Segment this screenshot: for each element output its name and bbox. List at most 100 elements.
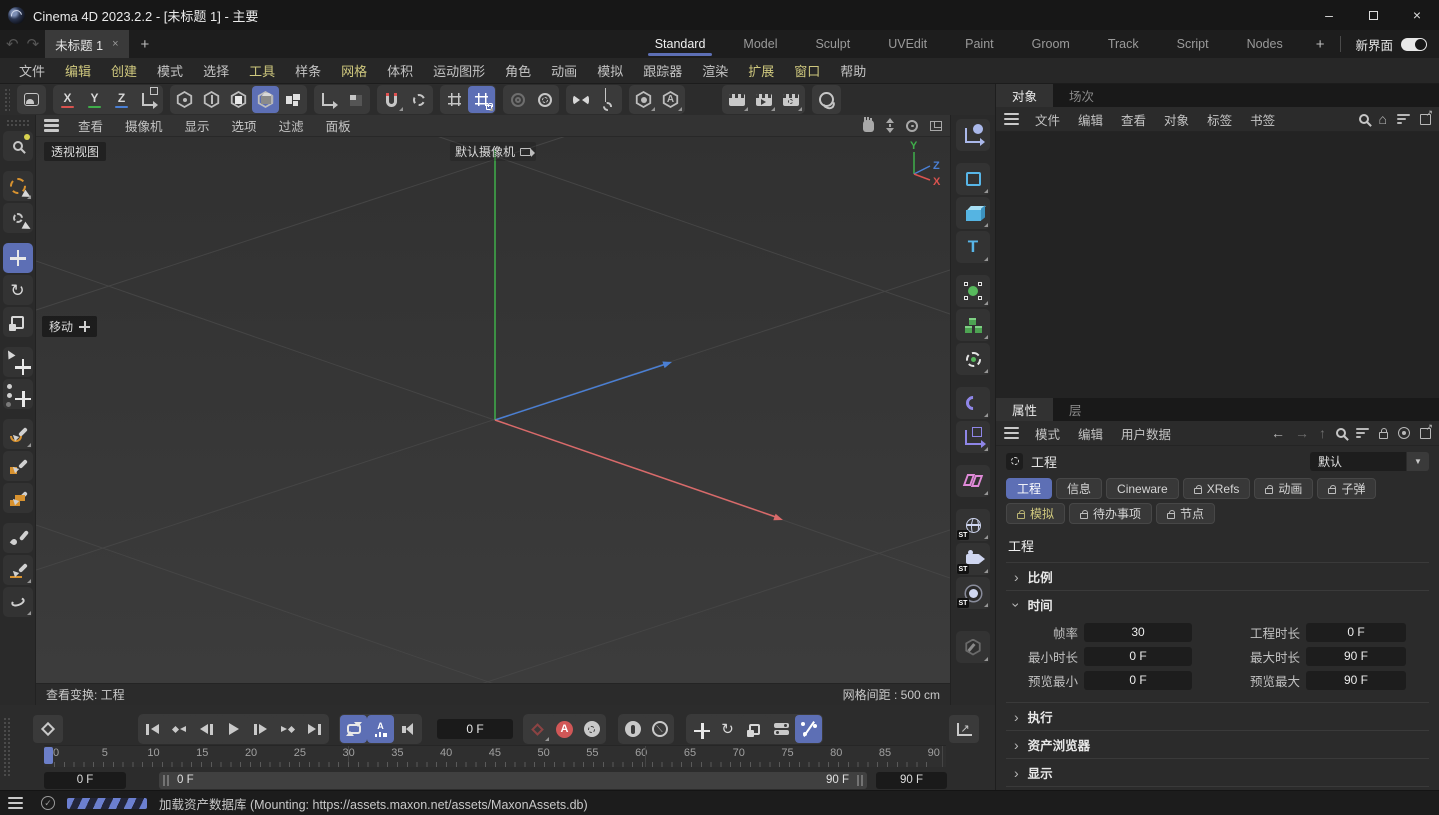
point-edit-move-button[interactable] (3, 379, 33, 409)
toggle-view-icon[interactable] (930, 121, 942, 131)
spline-pen-button[interactable] (3, 419, 33, 449)
attr-tab-xrefs[interactable]: XRefs (1183, 478, 1251, 499)
range-end-field[interactable]: 90 F (876, 772, 947, 789)
render-picture-viewer-button[interactable] (750, 86, 777, 113)
workplane-lock-button[interactable] (342, 86, 369, 113)
target-icon[interactable] (1398, 427, 1410, 439)
snap-button[interactable] (378, 86, 405, 113)
attr-tab-nodes[interactable]: 节点 (1156, 503, 1215, 524)
null-object-button[interactable] (956, 119, 990, 151)
menu-window[interactable]: 窗口 (785, 58, 829, 83)
bend-deformer-button[interactable] (956, 387, 990, 419)
spline-rectangle-button[interactable] (956, 163, 990, 195)
play-button[interactable] (220, 715, 247, 743)
viewport-menu-panel[interactable]: 面板 (317, 114, 360, 137)
menu-volume[interactable]: 体积 (378, 58, 422, 83)
menu-simulate[interactable]: 模拟 (588, 58, 632, 83)
brush-tool-button[interactable] (3, 523, 33, 553)
polygons-mode-button[interactable] (225, 86, 252, 113)
workplane-button[interactable] (315, 86, 342, 113)
modeling-settings-button[interactable] (405, 86, 432, 113)
axis-x-button[interactable]: X (54, 86, 81, 113)
menu-animate[interactable]: 动画 (542, 58, 586, 83)
timeline-ruler[interactable]: 051015202530354045505560657075808590 (44, 745, 946, 767)
menu-help[interactable]: 帮助 (831, 58, 875, 83)
fcurve-window-button[interactable]: ↗ (949, 715, 979, 743)
viewport-menu-view[interactable]: 查看 (69, 114, 112, 137)
view-label[interactable]: 透视视图 (44, 142, 106, 161)
layout-tab-paint[interactable]: Paint (946, 30, 1013, 58)
live-selection-button[interactable] (3, 171, 33, 201)
null-axis-button[interactable] (956, 421, 990, 453)
record-position-button[interactable] (687, 715, 714, 743)
om-menu-edit[interactable]: 编辑 (1070, 108, 1111, 131)
om-menu-tags[interactable]: 标签 (1199, 108, 1240, 131)
text-button[interactable]: T (956, 231, 990, 263)
record-parameters-button[interactable] (768, 715, 795, 743)
menu-edit[interactable]: 编辑 (56, 58, 100, 83)
spline-smooth-button[interactable] (3, 587, 33, 617)
om-menu-file[interactable]: 文件 (1027, 108, 1068, 131)
previous-frame-button[interactable] (193, 715, 220, 743)
layout-tab-uvedit[interactable]: UVEdit (869, 30, 946, 58)
sky-button[interactable]: ST (956, 509, 990, 541)
layout-tab-nodes[interactable]: Nodes (1228, 30, 1302, 58)
attr-tab-todo[interactable]: 待办事项 (1069, 503, 1152, 524)
quantize-lock-button[interactable] (468, 86, 495, 113)
attr-tab-project[interactable]: 工程 (1006, 478, 1052, 499)
current-frame-field[interactable]: 0 F (437, 719, 513, 739)
forward-icon[interactable]: → (1295, 425, 1309, 441)
attr-tab-animation[interactable]: 动画 (1254, 478, 1313, 499)
hamburger-icon[interactable] (8, 797, 23, 810)
asset-browser-button[interactable] (18, 86, 45, 113)
layout-tab-groom[interactable]: Groom (1013, 30, 1089, 58)
tab-attributes[interactable]: 属性 (996, 398, 1053, 421)
camera-object-button[interactable]: ST (956, 543, 990, 575)
layout-tab-track[interactable]: Track (1089, 30, 1158, 58)
om-menu-bookmarks[interactable]: 书签 (1242, 108, 1283, 131)
home-icon[interactable]: ⌂ (1379, 111, 1387, 127)
record-scale-button[interactable] (741, 715, 768, 743)
auto-mode-button[interactable]: A (657, 86, 684, 113)
search-icon[interactable] (1336, 428, 1346, 438)
symmetry-button[interactable] (567, 86, 594, 113)
add-document-tab-button[interactable]: + (129, 30, 162, 58)
previous-key-button[interactable] (166, 715, 193, 743)
commander-search-button[interactable] (3, 131, 33, 161)
tab-takes[interactable]: 场次 (1053, 84, 1110, 107)
timeline-grip[interactable] (3, 717, 10, 777)
range-grip-left[interactable] (163, 775, 169, 786)
menu-spline[interactable]: 样条 (286, 58, 330, 83)
rotate-tool-button[interactable]: ↻ (3, 275, 33, 305)
viewport-menu-display[interactable]: 显示 (176, 114, 219, 137)
menu-mograph[interactable]: 运动图形 (424, 58, 494, 83)
preview-min-field[interactable]: 0 F (1084, 671, 1192, 690)
keyframe-rotation-circle-button[interactable]: ⟍ (646, 715, 673, 743)
viewport-menu-filter[interactable]: 过滤 (270, 114, 313, 137)
scale-tool-button[interactable] (3, 307, 33, 337)
sketch-spline-button[interactable] (3, 555, 33, 585)
goto-end-button[interactable] (301, 715, 328, 743)
up-icon[interactable]: ↑ (1319, 425, 1326, 441)
cloner-button[interactable] (956, 309, 990, 341)
preset-dropdown[interactable]: 默认 ▼ (1310, 452, 1429, 471)
preview-max-field[interactable]: 90 F (1306, 671, 1406, 690)
sketch-pen-button[interactable] (3, 451, 33, 481)
enable-axis-button[interactable] (3, 347, 33, 377)
keyframe-selection-button[interactable] (578, 715, 605, 743)
open-external-icon[interactable] (1420, 428, 1431, 439)
move-tool-button[interactable] (3, 243, 33, 273)
open-external-icon[interactable] (1420, 114, 1431, 125)
symmetry-settings-button[interactable] (594, 86, 621, 113)
viewport-canvas[interactable]: 透视视图 默认摄像机 移动 Y (36, 137, 950, 683)
play-all-frames-button[interactable]: A (367, 715, 394, 743)
hamburger-icon[interactable] (44, 119, 59, 132)
render-settings-button[interactable] (777, 86, 804, 113)
tab-objects[interactable]: 对象 (996, 84, 1053, 107)
fps-field[interactable]: 30 (1084, 623, 1192, 642)
loop-playback-button[interactable] (340, 715, 367, 743)
search-icon[interactable] (1359, 114, 1369, 124)
toolbar-grip[interactable] (4, 88, 10, 112)
maximize-button[interactable] (1351, 0, 1395, 30)
next-frame-button[interactable] (247, 715, 274, 743)
